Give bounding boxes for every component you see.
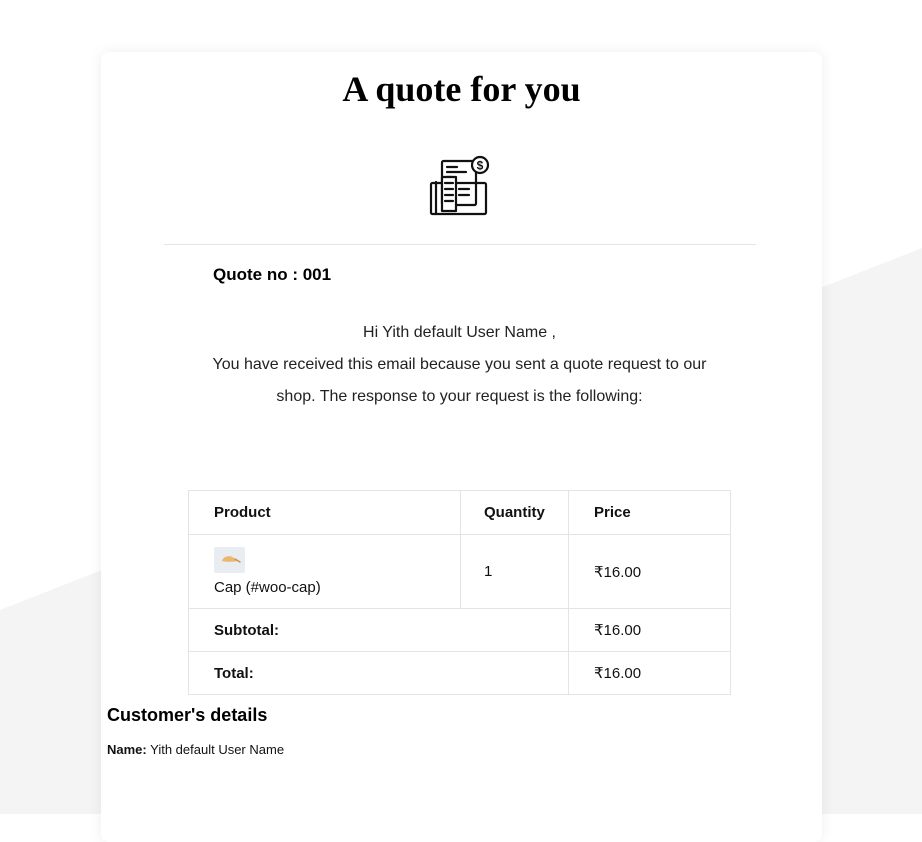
quote-table: Product Quantity Price Cap (#woo-cap) 1 [188, 490, 731, 695]
price-column-header: Price [568, 490, 731, 535]
product-name: Cap (#woo-cap) [214, 579, 321, 596]
customer-name-value: Yith default User Name [150, 742, 285, 757]
quote-number: Quote no : 001 [213, 265, 332, 284]
subtotal-row: Subtotal: ₹16.00 [188, 608, 731, 652]
customer-name-row: Name: Yith default User Name [107, 742, 284, 758]
invoice-dollar-icon: $ [429, 155, 490, 216]
total-value: ₹16.00 [568, 651, 731, 695]
product-column-header: Product [188, 490, 461, 535]
message-body: You have received this email because you… [212, 356, 707, 405]
subtotal-label: Subtotal: [188, 608, 569, 652]
section-divider [164, 244, 756, 245]
email-message: Hi Yith default User Name , You have rec… [201, 317, 718, 413]
table-row: Cap (#woo-cap) 1 ₹16.00 [188, 534, 731, 609]
table-header-row: Product Quantity Price [188, 490, 731, 535]
product-cell: Cap (#woo-cap) [188, 534, 461, 609]
total-label: Total: [188, 651, 569, 695]
cap-product-thumbnail[interactable] [214, 547, 245, 573]
svg-text:$: $ [477, 159, 484, 173]
subtotal-value: ₹16.00 [568, 608, 731, 652]
customer-details-heading: Customer's details [107, 705, 268, 725]
email-title: A quote for you [342, 69, 581, 109]
greeting: Hi Yith default User Name , [363, 324, 556, 341]
customer-name-label: Name: [107, 742, 147, 757]
price-cell: ₹16.00 [568, 534, 731, 609]
quantity-cell: 1 [460, 534, 569, 609]
total-row: Total: ₹16.00 [188, 651, 731, 695]
quantity-column-header: Quantity [460, 490, 569, 535]
